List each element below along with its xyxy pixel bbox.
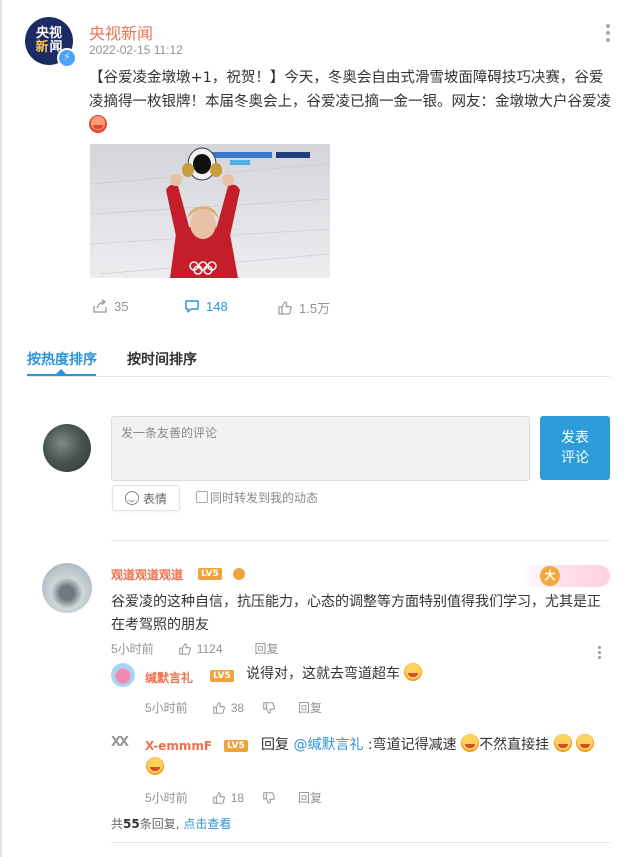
repost-checkbox[interactable] bbox=[196, 491, 208, 503]
repost-checkbox-label[interactable]: 同时转发到我的动态 bbox=[210, 489, 318, 506]
divider bbox=[27, 376, 610, 377]
like-count: 1.5万 bbox=[299, 301, 331, 316]
verified-icon: ⚡ bbox=[57, 48, 77, 68]
comment-input-placeholder: 发一条友善的评论 bbox=[121, 426, 218, 440]
cat-emoji-icon bbox=[404, 663, 423, 681]
repost-button[interactable]: 35 bbox=[92, 298, 128, 314]
reply-text-part2: 不然直接挂 bbox=[479, 737, 550, 753]
reply-count: 55 bbox=[123, 817, 140, 831]
thumbs-up-icon[interactable] bbox=[212, 701, 226, 715]
comment-meta: 5小时前 1124 回复 bbox=[111, 640, 279, 657]
reply-prefix: 回复 bbox=[261, 737, 294, 753]
post-text: 【谷爱凌金墩墩+1，祝贺！】今天，冬奥会自由式滑雪坡面障碍技巧决赛，谷爱凌摘得一… bbox=[89, 66, 616, 138]
avatar-char-1: 新 bbox=[35, 40, 49, 55]
reply-button[interactable]: 回复 bbox=[255, 640, 279, 657]
cat-emoji-icon bbox=[146, 757, 164, 775]
send-label-line1: 发表 bbox=[561, 430, 589, 446]
author-name[interactable]: 央视新闻 bbox=[89, 20, 153, 44]
reply-user-name[interactable]: 缄默言礼 bbox=[145, 669, 193, 686]
mention-link[interactable]: @缄默言礼 bbox=[293, 737, 363, 753]
comment-count: 148 bbox=[206, 298, 228, 314]
laugh-emoji-icon bbox=[89, 115, 107, 133]
thumbs-up-icon[interactable] bbox=[178, 642, 192, 656]
post-time: 2022-02-15 11:12 bbox=[89, 43, 183, 57]
share-icon bbox=[93, 299, 107, 313]
comment-icon bbox=[185, 300, 199, 313]
tab-sort-by-time[interactable]: 按时间排序 bbox=[127, 349, 197, 369]
smile-icon bbox=[124, 491, 139, 505]
reply-text: 说得对，这就去弯道超车 bbox=[246, 663, 423, 686]
comment-time: 5小时前 bbox=[111, 642, 154, 656]
like-button[interactable]: 1.5万 bbox=[277, 298, 330, 317]
comment-more-icon[interactable] bbox=[598, 646, 602, 661]
reply-like-count: 18 bbox=[230, 790, 245, 805]
send-label-line2: 评论 bbox=[561, 450, 589, 466]
athlete-photo-illustration bbox=[90, 144, 330, 278]
emoji-label: 表情 bbox=[142, 491, 167, 506]
commenter-avatar[interactable] bbox=[42, 563, 92, 613]
reply-like-count: 38 bbox=[230, 700, 245, 715]
more-icon[interactable] bbox=[606, 24, 612, 45]
reply-time: 5小时前 bbox=[145, 701, 188, 715]
reply-meta: 5小时前 38 回复 bbox=[145, 699, 322, 716]
reply-text-content: 说得对，这就去弯道超车 bbox=[246, 666, 400, 682]
thumbs-down-icon[interactable] bbox=[262, 701, 276, 715]
level-badge: LV5 bbox=[198, 568, 222, 580]
reply-summary: 共55条回复, 点击查看 bbox=[111, 817, 232, 831]
dizzy-emoji-icon bbox=[553, 734, 572, 752]
reply-button[interactable]: 回复 bbox=[298, 699, 322, 716]
thumbs-up-icon bbox=[278, 300, 292, 315]
reply-avatar[interactable]: XX bbox=[111, 735, 135, 753]
repost-count: 35 bbox=[114, 298, 129, 314]
thumbs-up-icon[interactable] bbox=[212, 791, 226, 805]
commenter-name[interactable]: 观道观道观道 bbox=[111, 566, 183, 583]
left-border bbox=[0, 0, 2, 857]
post-text-content: 【谷爱凌金墩墩+1，祝贺！】今天，冬奥会自由式滑雪坡面障碍技巧决赛，谷爱凌摘得一… bbox=[89, 70, 611, 110]
divider bbox=[111, 842, 610, 843]
reply-button[interactable]: 回复 bbox=[298, 789, 322, 806]
comment-like-count: 1124 bbox=[196, 641, 223, 656]
fan-badge: 大 bbox=[520, 565, 610, 587]
cat-emoji-icon bbox=[575, 734, 594, 752]
my-avatar[interactable] bbox=[43, 424, 91, 472]
view-replies-link[interactable]: 点击查看 bbox=[183, 817, 231, 831]
reply-avatar[interactable] bbox=[111, 663, 135, 687]
thumbs-down-icon[interactable] bbox=[262, 791, 276, 805]
cat-emoji-icon bbox=[461, 734, 480, 752]
emoji-button[interactable]: 表情 bbox=[112, 485, 180, 511]
level-badge: LV5 bbox=[210, 670, 234, 682]
avatar-text-top: 央视 bbox=[35, 26, 62, 41]
comment-button[interactable]: 148 bbox=[184, 298, 228, 314]
divider bbox=[111, 540, 610, 541]
reply-meta: 5小时前 18 回复 bbox=[145, 789, 322, 806]
post-comment-button[interactable]: 发表 评论 bbox=[540, 416, 610, 480]
reply-text: 回复 @缄默言礼 :弯道记得减速 不然直接挂 bbox=[146, 734, 606, 780]
medal-icon bbox=[233, 568, 245, 580]
fan-badge-icon: 大 bbox=[540, 566, 560, 586]
reply-text-part1: :弯道记得减速 bbox=[367, 737, 457, 753]
comment-text: 谷爱凌的这种自信，抗压能力，心态的调整等方面特别值得我们学习，尤其是正在考驾照的… bbox=[111, 594, 601, 633]
tab-sort-by-hot[interactable]: 按热度排序 bbox=[27, 349, 97, 369]
reply-time: 5小时前 bbox=[145, 791, 188, 805]
post-image[interactable] bbox=[90, 144, 330, 278]
